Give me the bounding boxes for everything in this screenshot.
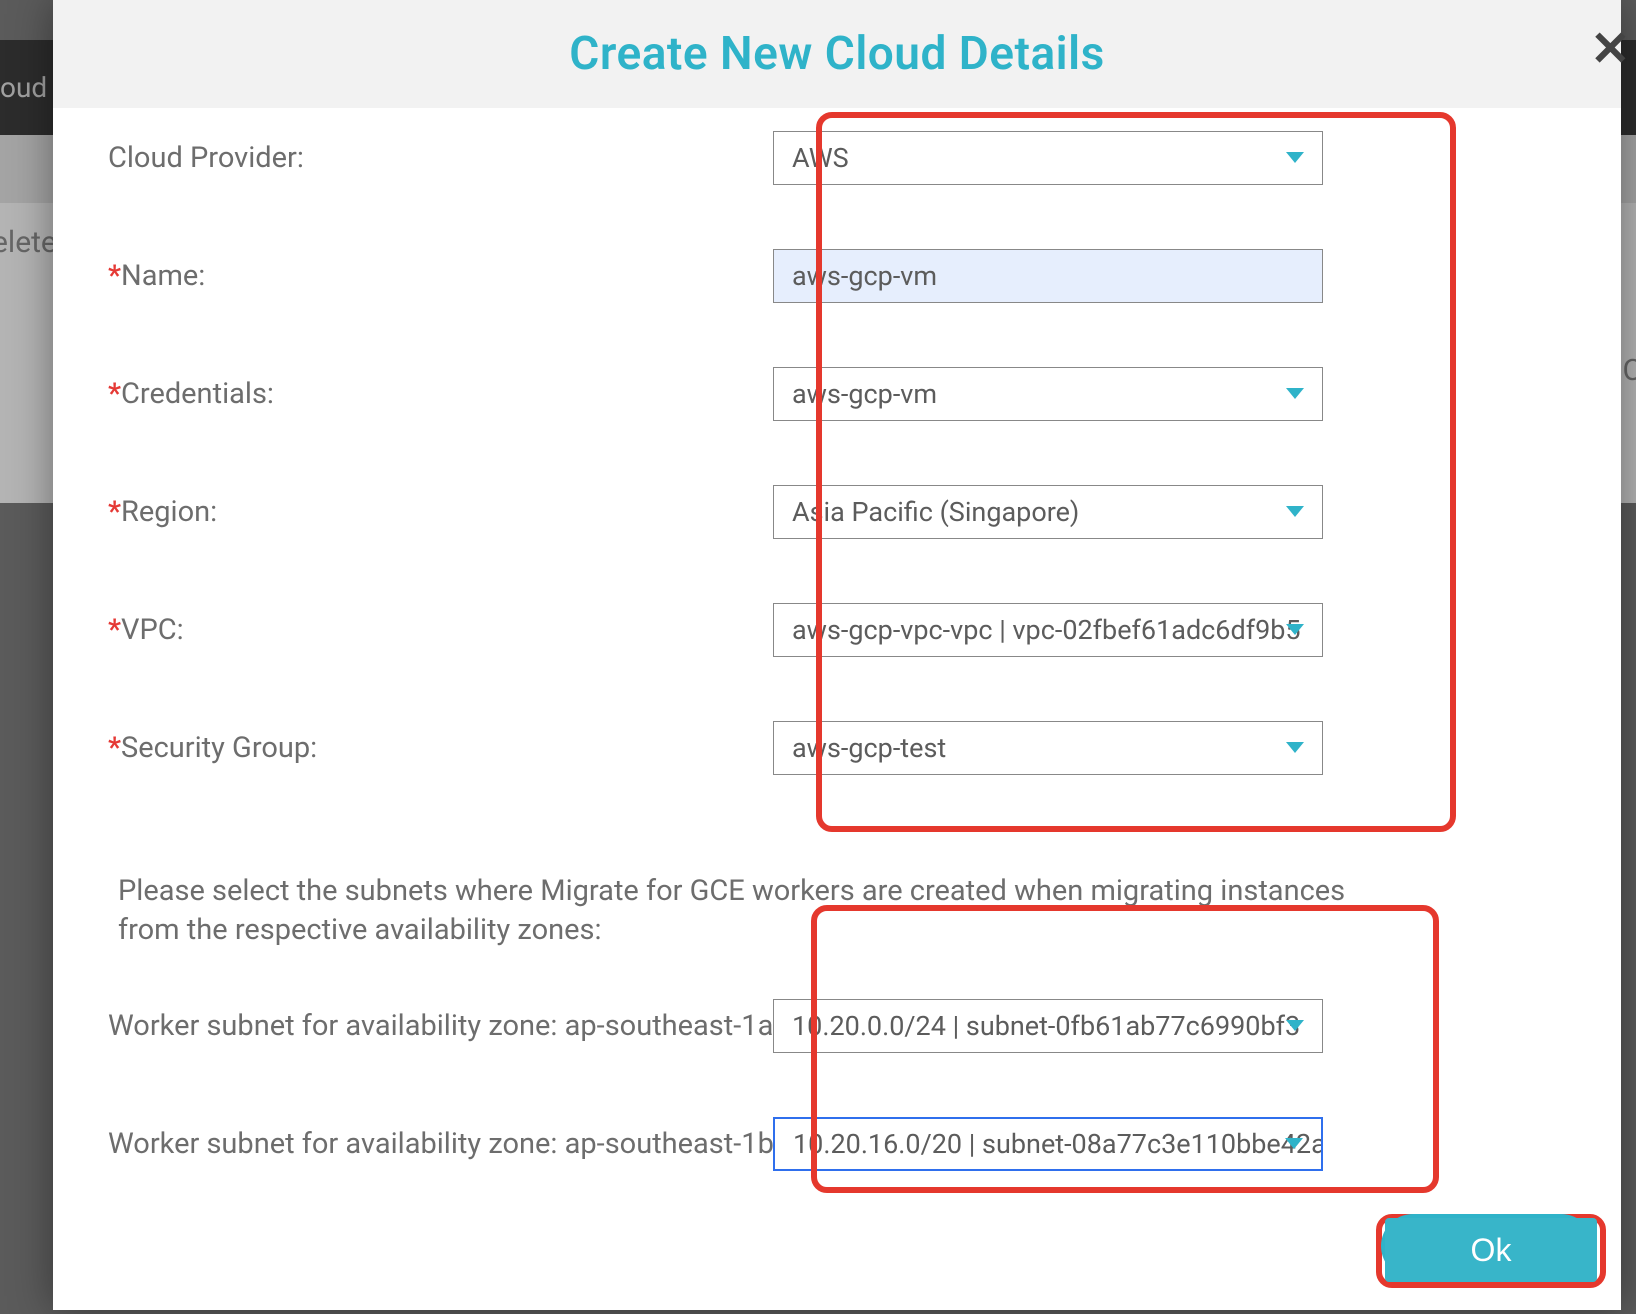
label-cloud-provider-text: Cloud Provider: xyxy=(108,141,304,175)
cloud-provider-select[interactable]: AWS xyxy=(773,131,1323,185)
label-vpc: *VPC: xyxy=(108,613,773,647)
ok-button-wrap: Ok xyxy=(1385,1218,1597,1282)
label-security-group: *Security Group: xyxy=(108,731,773,765)
chevron-down-icon xyxy=(1286,742,1304,754)
modal-title: Create New Cloud Details xyxy=(569,27,1104,81)
row-worker-subnet-1a: Worker subnet for availability zone: ap-… xyxy=(108,996,1541,1056)
label-region: *Region: xyxy=(108,495,773,529)
create-cloud-details-modal: Create New Cloud Details ✕ Cloud Provide… xyxy=(53,0,1621,1310)
chevron-down-icon xyxy=(1286,624,1304,636)
row-vpc: *VPC: aws-gcp-vpc-vpc | vpc-02fbef61adc6… xyxy=(108,600,1541,660)
required-asterisk: * xyxy=(108,613,121,647)
subnet-helper-text: Please select the subnets where Migrate … xyxy=(118,872,1378,950)
chevron-down-icon xyxy=(1286,152,1304,164)
required-asterisk: * xyxy=(108,377,121,411)
required-asterisk: * xyxy=(108,495,121,529)
row-credentials: *Credentials: aws-gcp-vm xyxy=(108,364,1541,424)
region-value: Asia Pacific (Singapore) xyxy=(792,496,1079,528)
label-security-group-text: Security Group: xyxy=(121,731,317,765)
row-name: *Name: aws-gcp-vm xyxy=(108,246,1541,306)
row-worker-subnet-1b: Worker subnet for availability zone: ap-… xyxy=(108,1114,1541,1174)
label-name: *Name: xyxy=(108,259,773,293)
label-region-text: Region: xyxy=(121,495,217,529)
label-worker-subnet-1a: Worker subnet for availability zone: ap-… xyxy=(108,1009,773,1043)
worker-subnet-1b-value: 10.20.16.0/20 | subnet-08a77c3e110bbe42a xyxy=(793,1128,1323,1160)
label-credentials: *Credentials: xyxy=(108,377,773,411)
chevron-down-icon xyxy=(1286,506,1304,518)
modal-header: Create New Cloud Details ✕ xyxy=(53,0,1621,108)
ok-button[interactable]: Ok xyxy=(1385,1218,1597,1282)
credentials-select[interactable]: aws-gcp-vm xyxy=(773,367,1323,421)
credentials-value: aws-gcp-vm xyxy=(792,378,937,410)
label-vpc-text: VPC: xyxy=(121,613,184,647)
label-credentials-text: Credentials: xyxy=(121,377,274,411)
name-value: aws-gcp-vm xyxy=(792,260,937,292)
label-worker-subnet-1b: Worker subnet for availability zone: ap-… xyxy=(108,1127,773,1161)
security-group-select[interactable]: aws-gcp-test xyxy=(773,721,1323,775)
modal-body[interactable]: Cloud Provider: AWS *Name: aws-gcp-vm xyxy=(53,108,1621,1310)
chevron-down-icon xyxy=(1285,1138,1303,1150)
cloud-provider-value: AWS xyxy=(792,142,849,174)
label-name-text: Name: xyxy=(121,259,205,293)
close-icon[interactable]: ✕ xyxy=(1590,20,1631,77)
required-asterisk: * xyxy=(108,259,121,293)
chevron-down-icon xyxy=(1286,388,1304,400)
name-input[interactable]: aws-gcp-vm xyxy=(773,249,1323,303)
required-asterisk: * xyxy=(108,731,121,765)
label-cloud-provider: Cloud Provider: xyxy=(108,141,773,175)
chevron-down-icon xyxy=(1286,1020,1304,1032)
security-group-value: aws-gcp-test xyxy=(792,732,946,764)
worker-subnet-1a-select[interactable]: 10.20.0.0/24 | subnet-0fb61ab77c6990bf3 xyxy=(773,999,1323,1053)
worker-subnet-1b-select[interactable]: 10.20.16.0/20 | subnet-08a77c3e110bbe42a xyxy=(773,1117,1323,1171)
worker-subnet-1a-value: 10.20.0.0/24 | subnet-0fb61ab77c6990bf3 xyxy=(792,1010,1300,1042)
row-region: *Region: Asia Pacific (Singapore) xyxy=(108,482,1541,542)
vpc-value: aws-gcp-vpc-vpc | vpc-02fbef61adc6df9b5 xyxy=(792,614,1301,646)
row-security-group: *Security Group: aws-gcp-test xyxy=(108,718,1541,778)
row-cloud-provider: Cloud Provider: AWS xyxy=(108,128,1541,188)
region-select[interactable]: Asia Pacific (Singapore) xyxy=(773,485,1323,539)
vpc-select[interactable]: aws-gcp-vpc-vpc | vpc-02fbef61adc6df9b5 xyxy=(773,603,1323,657)
